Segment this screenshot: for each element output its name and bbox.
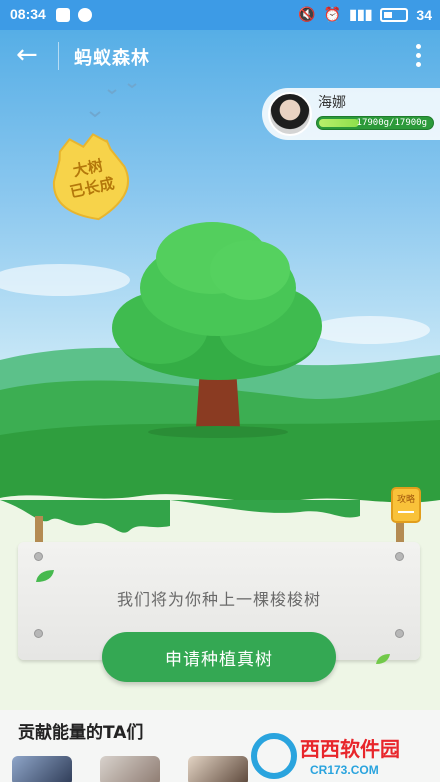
signal-icon: ▮▮▮ xyxy=(349,6,373,22)
energy-fill xyxy=(319,119,359,127)
page-title: 蚂蚁森林 xyxy=(74,48,150,69)
tree-shadow xyxy=(148,426,288,438)
arrow-left-icon[interactable]: ← xyxy=(16,42,38,68)
appbar-divider xyxy=(58,42,59,70)
screw-icon xyxy=(34,629,43,638)
contributor-avatar[interactable] xyxy=(12,756,72,782)
chat-notification-icon xyxy=(78,8,92,22)
status-time: 08:34 xyxy=(10,6,46,22)
bird-icon xyxy=(127,83,137,89)
watermark-logo: 西西软件园 CR173.COM xyxy=(251,733,400,779)
avatar xyxy=(268,92,312,136)
energy-amount: 17900g/17900g xyxy=(356,118,427,128)
tree-foliage xyxy=(210,240,290,300)
panel-message: 我们将为你种上一棵梭梭树 xyxy=(116,590,321,609)
watermark-url: CR173.COM xyxy=(310,763,379,777)
leaf-icon xyxy=(376,654,390,664)
mute-icon: 🔇 xyxy=(298,6,316,22)
contributors-title: 贡献能量的TA们 xyxy=(18,723,144,743)
shield-notification-icon xyxy=(56,8,70,22)
battery-icon xyxy=(380,7,409,22)
screw-icon xyxy=(395,552,404,561)
contributor-avatar[interactable] xyxy=(100,756,160,782)
watermark-brand: 西西软件园 xyxy=(300,737,400,761)
app-bar: ← 蚂蚁森林 xyxy=(0,30,440,82)
energy-progress-bar: 17900g/17900g xyxy=(316,116,434,130)
user-energy-card[interactable]: 海娜 17900g/17900g xyxy=(262,88,440,140)
leaf-icon xyxy=(36,570,54,582)
more-vert-icon[interactable] xyxy=(416,44,422,70)
user-name: 海娜 xyxy=(318,95,346,111)
status-bar: 08:34 🔇 ⏰ ▮▮▮ 34 xyxy=(0,0,440,30)
bird-icon xyxy=(107,89,117,95)
screw-icon xyxy=(395,629,404,638)
strategy-label: 攻略 xyxy=(396,495,415,505)
screw-icon xyxy=(34,552,43,561)
bird-icon xyxy=(89,111,101,118)
tree-grown-badge: 大树 已长成 xyxy=(38,126,142,230)
status-right: 🔇 ⏰ ▮▮▮ 34 xyxy=(298,6,432,23)
apply-plant-real-tree-button[interactable]: 申请种植真树 xyxy=(102,632,336,682)
badge-text: 大树 已长成 xyxy=(38,126,142,230)
alarm-icon: ⏰ xyxy=(323,6,342,22)
battery-level: 34 xyxy=(416,6,432,23)
contributor-avatar[interactable] xyxy=(188,756,248,782)
tree-illustration[interactable] xyxy=(100,218,340,468)
